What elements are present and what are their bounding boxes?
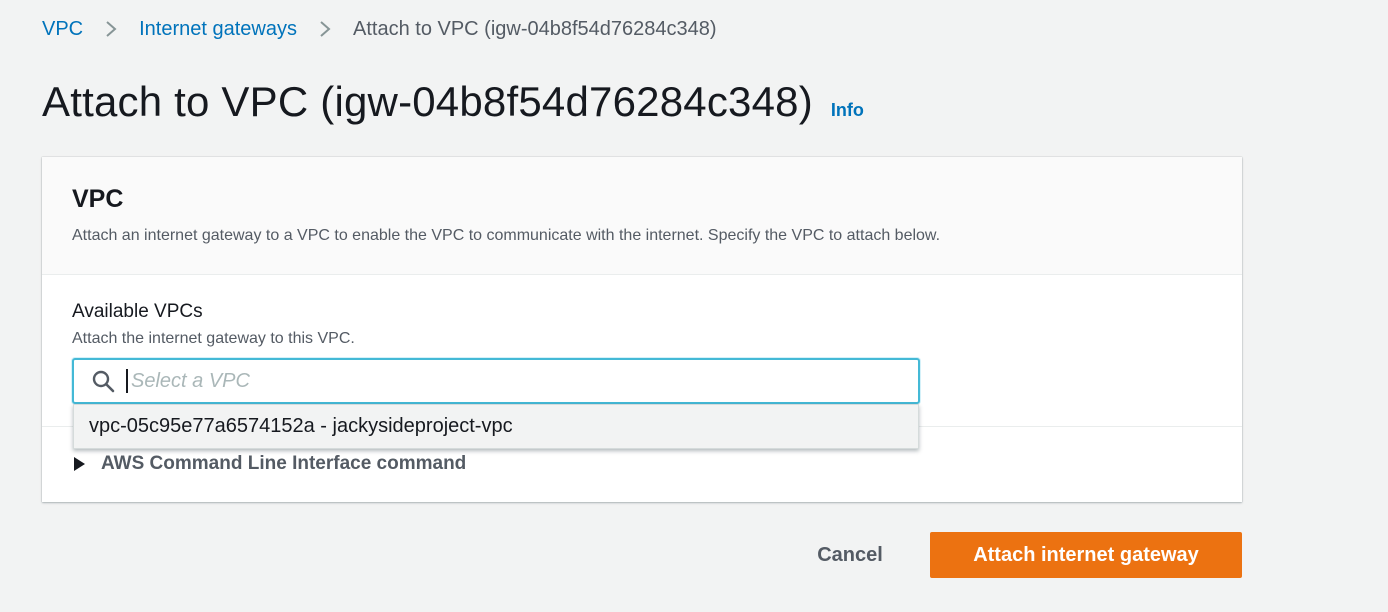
vpc-search-input[interactable] xyxy=(126,369,886,393)
panel-title: VPC xyxy=(72,185,124,213)
panel-description: Attach an internet gateway to a VPC to e… xyxy=(72,227,941,244)
breadcrumb-current: Attach to VPC (igw-04b8f54d76284c348) xyxy=(353,17,717,40)
available-vpcs-description: Attach the internet gateway to this VPC. xyxy=(72,330,355,347)
attach-internet-gateway-button[interactable]: Attach internet gateway xyxy=(930,532,1242,578)
chevron-right-icon xyxy=(105,20,117,38)
chevron-right-icon xyxy=(319,20,331,38)
search-icon xyxy=(90,368,116,394)
vpc-option-label: vpc-05c95e77a6574152a - jackysideproject… xyxy=(89,415,513,437)
page-title: Attach to VPC (igw-04b8f54d76284c348) xyxy=(42,78,813,125)
panel-header: VPC Attach an internet gateway to a VPC … xyxy=(42,157,1242,275)
breadcrumb: VPC Internet gateways Attach to VPC (igw… xyxy=(42,16,717,42)
available-vpcs-label: Available VPCs xyxy=(72,301,203,322)
cli-command-expander[interactable]: AWS Command Line Interface command xyxy=(74,453,466,475)
cancel-button[interactable]: Cancel xyxy=(792,532,908,578)
cli-command-label: AWS Command Line Interface command xyxy=(101,453,467,474)
vpc-select[interactable] xyxy=(72,358,920,404)
breadcrumb-vpc-link[interactable]: VPC xyxy=(42,18,83,41)
info-link[interactable]: Info xyxy=(831,100,864,121)
vpc-dropdown-option[interactable]: vpc-05c95e77a6574152a - jackysideproject… xyxy=(73,404,919,449)
vpc-panel: VPC Attach an internet gateway to a VPC … xyxy=(42,157,1242,502)
page-header: Attach to VPC (igw-04b8f54d76284c348) In… xyxy=(42,78,864,126)
breadcrumb-internet-gateways-link[interactable]: Internet gateways xyxy=(139,18,297,41)
caret-right-icon xyxy=(74,457,85,471)
